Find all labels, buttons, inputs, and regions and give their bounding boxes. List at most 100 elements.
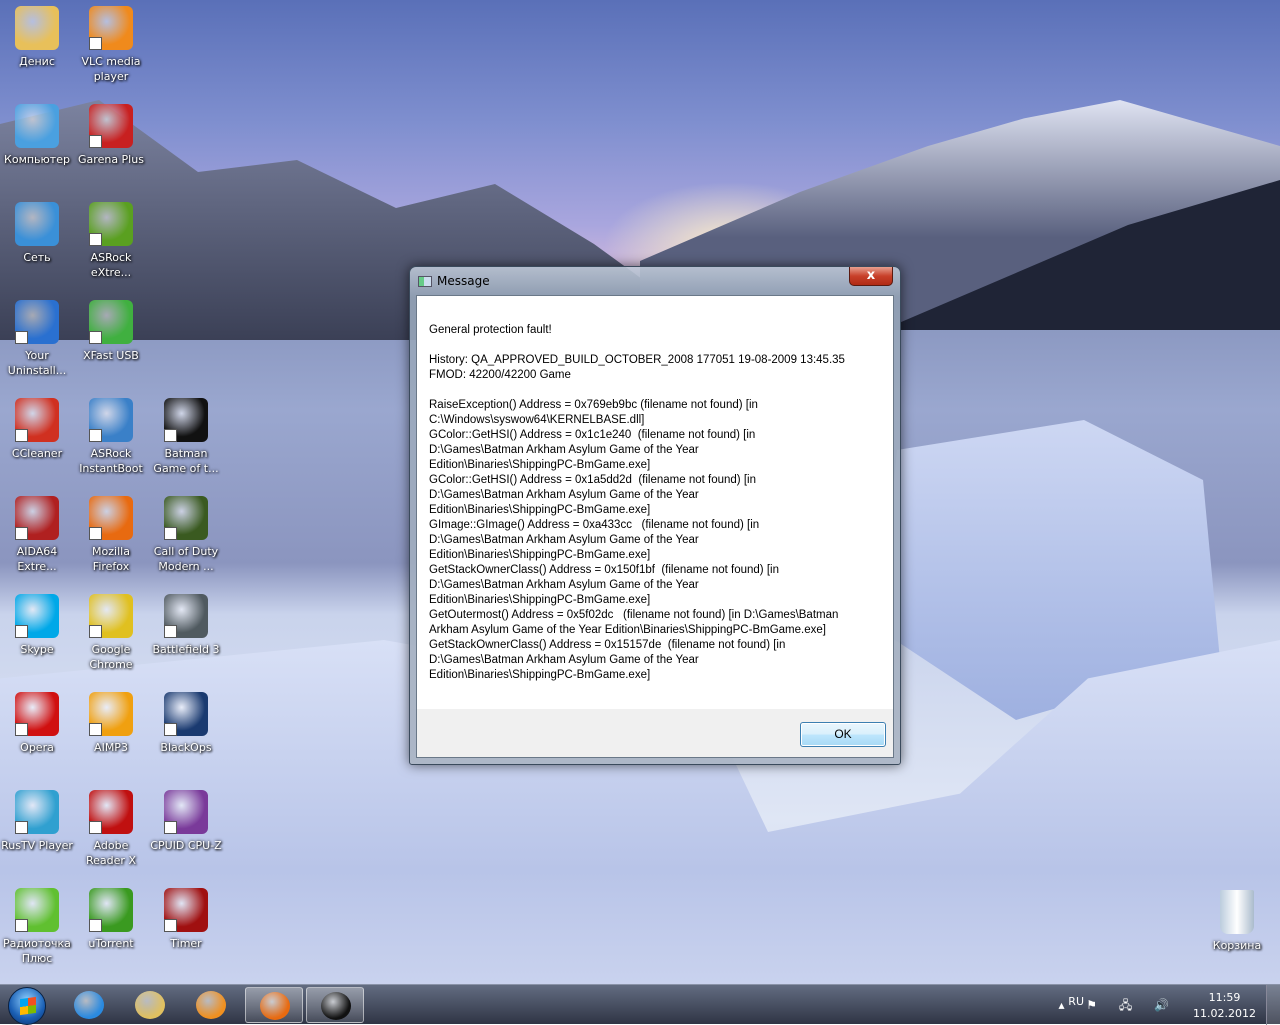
desktop-icon-label: Компьютер xyxy=(4,153,70,166)
message-area: General protection fault! History: QA_APP… xyxy=(417,296,893,709)
clock[interactable]: 11:59 11.02.2012 xyxy=(1193,990,1256,1022)
taskbar-batman-game-button[interactable] xyxy=(306,987,364,1023)
desktop-icon-label: Battlefield 3 xyxy=(152,643,220,656)
desktop-icon[interactable]: VLC media player xyxy=(74,2,148,84)
app-icon xyxy=(164,888,208,932)
window-icon xyxy=(418,276,432,287)
taskbar-firefox-button[interactable] xyxy=(245,987,303,1023)
taskbar-windows-explorer-button[interactable] xyxy=(121,987,179,1023)
app-icon xyxy=(15,202,59,246)
desktop-icon[interactable]: AIMP3 xyxy=(74,688,148,755)
desktop-icon[interactable]: CCleaner xyxy=(0,394,74,461)
desktop-icon-label: Mozilla Firefox xyxy=(92,545,130,573)
desktop-icon-label: Корзина xyxy=(1212,939,1262,952)
desktop-icon-recycle-bin[interactable]: Корзина xyxy=(1200,886,1274,953)
message-line xyxy=(429,383,879,398)
start-button[interactable] xyxy=(8,987,46,1025)
desktop-icon-label: CPUID CPU-Z xyxy=(150,839,222,852)
desktop-icon-label: AIMP3 xyxy=(94,741,128,754)
message-line: General protection fault! xyxy=(429,324,552,336)
desktop-icon[interactable]: Call of Duty Modern ... xyxy=(149,492,223,574)
desktop-icon[interactable]: ASRock eXtre... xyxy=(74,198,148,280)
dialog-titlebar[interactable]: Message x xyxy=(410,267,900,295)
app-icon xyxy=(15,496,59,540)
message-line: GImage::GImage() Address = 0xa433cc (fil… xyxy=(429,519,760,531)
app-icon xyxy=(89,790,133,834)
desktop-icon[interactable]: Timer xyxy=(149,884,223,951)
desktop-icon[interactable]: Adobe Reader X xyxy=(74,786,148,868)
desktop-icon-label: BlackOps xyxy=(160,741,212,754)
desktop-icon[interactable]: Mozilla Firefox xyxy=(74,492,148,574)
desktop-icon[interactable]: Your Uninstall... xyxy=(0,296,74,378)
app-icon xyxy=(89,496,133,540)
app-icon xyxy=(164,398,208,442)
desktop-icon-label: RusTV Player xyxy=(1,839,73,852)
desktop-icon-label: Радиоточка Плюс xyxy=(3,937,71,965)
desktop-icon-label: Google Chrome xyxy=(89,643,133,671)
app-icon xyxy=(15,692,59,736)
desktop-icon[interactable]: Денис xyxy=(0,2,74,69)
message-line: GetStackOwnerClass() Address = 0x15157de… xyxy=(429,639,786,651)
message-line: D:\Games\Batman Arkham Asylum Game of th… xyxy=(429,534,699,546)
desktop-icon-label: Opera xyxy=(20,741,54,754)
desktop-icon[interactable]: XFast USB xyxy=(74,296,148,363)
show-desktop-button[interactable] xyxy=(1266,985,1280,1025)
desktop-icon-label: Batman Game of t... xyxy=(153,447,219,475)
app-icon xyxy=(89,888,133,932)
desktop-icon[interactable]: Сеть xyxy=(0,198,74,265)
desktop-icon[interactable]: Opera xyxy=(0,688,74,755)
message-line: D:\Games\Batman Arkham Asylum Game of th… xyxy=(429,654,699,666)
desktop-icon[interactable]: Battlefield 3 xyxy=(149,590,223,657)
desktop-icon[interactable]: Компьютер xyxy=(0,100,74,167)
desktop-icon[interactable]: Радиоточка Плюс xyxy=(0,884,74,966)
ok-button[interactable]: OK xyxy=(800,722,886,747)
clock-time: 11:59 xyxy=(1208,991,1241,1004)
message-line: D:\Games\Batman Arkham Asylum Game of th… xyxy=(429,489,699,501)
app-icon xyxy=(15,594,59,638)
desktop-icon[interactable]: Garena Plus xyxy=(74,100,148,167)
app-icon xyxy=(89,6,133,50)
desktop-icon[interactable]: Google Chrome xyxy=(74,590,148,672)
app-icon xyxy=(164,594,208,638)
message-line: GetStackOwnerClass() Address = 0x150f1bf… xyxy=(429,564,779,576)
batman-game-icon xyxy=(321,992,351,1020)
desktop-icon[interactable]: ASRock InstantBoot xyxy=(74,394,148,476)
firefox-icon xyxy=(260,992,290,1020)
desktop-icon[interactable]: Batman Game of t... xyxy=(149,394,223,476)
desktop-icon[interactable]: Skype xyxy=(0,590,74,657)
desktop-icon[interactable]: BlackOps xyxy=(149,688,223,755)
recycle-bin-icon xyxy=(1220,890,1254,934)
error-message-text: General protection fault! History: QA_APP… xyxy=(429,323,879,683)
desktop-icon-label: Денис xyxy=(19,55,55,68)
taskbar-media-player-button[interactable] xyxy=(182,987,240,1023)
app-icon xyxy=(15,104,59,148)
message-line: Edition\Binaries\ShippingPC-BmGame.exe] xyxy=(429,504,651,516)
desktop-icon-label: uTorrent xyxy=(88,937,134,950)
desktop-icon[interactable]: RusTV Player xyxy=(0,786,74,853)
app-icon xyxy=(164,496,208,540)
app-icon xyxy=(15,398,59,442)
app-icon xyxy=(89,300,133,344)
app-icon xyxy=(89,692,133,736)
message-line: Edition\Binaries\ShippingPC-BmGame.exe] xyxy=(429,549,651,561)
tray-icons[interactable]: ▴ ⚑ 🖧 🔊 xyxy=(1058,996,1178,1017)
app-icon xyxy=(15,888,59,932)
app-icon xyxy=(15,790,59,834)
message-line: C:\Windows\syswow64\KERNELBASE.dll] xyxy=(429,414,645,426)
desktop-icon-label: Adobe Reader X xyxy=(86,839,136,867)
message-line: Edition\Binaries\ShippingPC-BmGame.exe] xyxy=(429,459,651,471)
message-line: GColor::GetHSI() Address = 0x1a5dd2d (fi… xyxy=(429,474,756,486)
desktop-icon[interactable]: uTorrent xyxy=(74,884,148,951)
desktop-icon-label: VLC media player xyxy=(81,55,141,83)
message-line: Edition\Binaries\ShippingPC-BmGame.exe] xyxy=(429,594,651,606)
message-line: Arkham Asylum Game of the Year Edition\B… xyxy=(429,624,826,636)
desktop-icon-label: Timer xyxy=(170,937,202,950)
message-line: GColor::GetHSI() Address = 0x1c1e240 (fi… xyxy=(429,429,756,441)
message-line: D:\Games\Batman Arkham Asylum Game of th… xyxy=(429,444,699,456)
close-button[interactable]: x xyxy=(849,267,893,286)
taskbar-internet-explorer-button[interactable] xyxy=(60,987,118,1023)
desktop-icon-label: Your Uninstall... xyxy=(7,349,67,377)
message-line: D:\Games\Batman Arkham Asylum Game of th… xyxy=(429,579,699,591)
desktop-icon[interactable]: CPUID CPU-Z xyxy=(149,786,223,853)
desktop-icon[interactable]: AIDA64 Extre... xyxy=(0,492,74,574)
